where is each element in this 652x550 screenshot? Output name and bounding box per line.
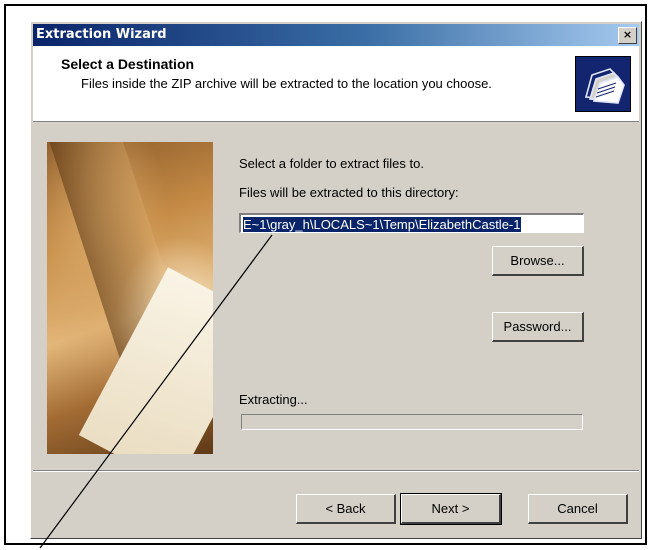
title-bar[interactable]: Extraction Wizard × [33, 24, 639, 46]
password-button[interactable]: Password... [492, 312, 584, 342]
folders-icon [575, 56, 631, 112]
back-button[interactable]: < Back [296, 494, 396, 524]
decorative-wizard-image [47, 142, 213, 454]
destination-path-input[interactable]: E~1\gray_h\LOCALS~1\Temp\ElizabethCastle… [239, 213, 584, 233]
destination-path-value: E~1\gray_h\LOCALS~1\Temp\ElizabethCastle… [243, 217, 521, 232]
cancel-button[interactable]: Cancel [528, 494, 628, 524]
window-title: Extraction Wizard [36, 27, 167, 42]
next-button[interactable]: Next > [400, 493, 502, 525]
extracting-label: Extracting... [239, 392, 308, 407]
wizard-header: Select a Destination Files inside the ZI… [33, 46, 639, 122]
close-icon: × [622, 28, 633, 41]
header-subtitle: Files inside the ZIP archive will be ext… [81, 76, 492, 91]
extraction-wizard-window: Extraction Wizard × Select a Destination… [30, 21, 642, 539]
directory-label: Files will be extracted to this director… [239, 185, 459, 200]
header-title: Select a Destination [61, 56, 195, 72]
browse-button[interactable]: Browse... [492, 246, 584, 276]
instruction-text: Select a folder to extract files to. [239, 156, 424, 171]
close-button[interactable]: × [618, 27, 637, 44]
extraction-progress-bar [241, 414, 583, 430]
footer-separator [33, 470, 639, 472]
